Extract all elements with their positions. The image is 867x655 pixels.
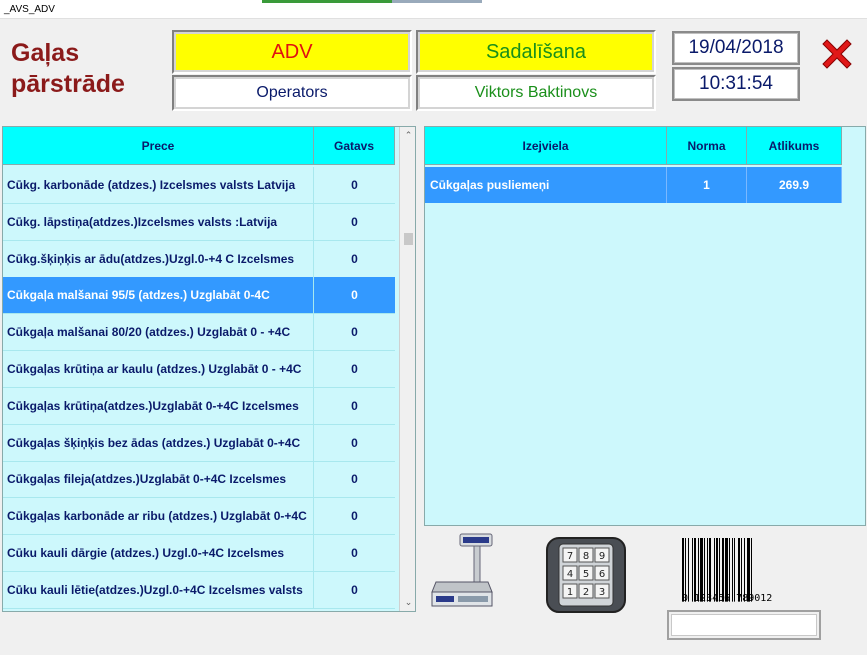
date-value: 19/04/2018 (674, 33, 798, 63)
column-header-material[interactable]: Izejviela (425, 127, 667, 165)
table-row[interactable]: Cūkgaļa malšanai 80/20 (atdzes.) Uzglabā… (3, 314, 395, 352)
operator-label-box: Operators (172, 75, 412, 111)
taskbar-strip (392, 0, 482, 3)
barcode-input-box[interactable] (667, 610, 821, 640)
column-header-balance[interactable]: Atlikums (747, 127, 842, 165)
operator-label: Operators (176, 79, 408, 107)
close-icon[interactable] (818, 35, 856, 73)
material-cell: Cūkgaļas pusliemeņi (425, 167, 667, 203)
svg-text:3: 3 (599, 587, 605, 598)
time-value: 10:31:54 (674, 69, 798, 99)
product-name-cell: Cūku kauli dārgie (atdzes.) Uzgl.0-+4C I… (3, 535, 314, 571)
date-display: 19/04/2018 (672, 31, 800, 65)
app-title-line2: pārstrāde (11, 70, 125, 98)
dept-label: ADV (176, 34, 408, 70)
balance-cell: 269.9 (747, 167, 842, 203)
operator-name-box: Viktors Baktinovs (416, 75, 656, 111)
svg-text:6: 6 (599, 569, 605, 580)
product-name-cell: Cūku kauli lētie(atdzes.)Uzgl.0-+4C Izce… (3, 571, 314, 608)
ready-cell: 0 (351, 435, 358, 450)
svg-text:9: 9 (599, 551, 605, 562)
ready-cell: 0 (351, 472, 358, 487)
product-name-cell: Cūkgaļas karbonāde ar ribu (atdzes.) Uzg… (3, 498, 314, 535)
svg-text:2: 2 (583, 587, 589, 598)
column-header-product[interactable]: Prece (3, 127, 314, 165)
barcode-digits: 0 123456 789012 (682, 593, 773, 604)
norm-cell: 1 (667, 167, 747, 203)
product-name-cell: Cūkg. karbonāde (atdzes.) Izcelsmes vals… (3, 167, 314, 203)
table-row[interactable]: Cūkgaļas šķiņķis bez ādas (atdzes.) Uzgl… (3, 424, 395, 462)
table-row[interactable]: Cūkgaļas pusliemeņi 1 269.9 (425, 167, 842, 203)
table-row[interactable]: Cūkgaļas krūtiņa ar kaulu (atdzes.) Uzgl… (3, 351, 395, 388)
operation-label: Sadalīšana (420, 34, 652, 70)
scroll-thumb[interactable] (404, 233, 413, 245)
table-row[interactable]: Cūkgaļas krūtiņa(atdzes.)Uzglabāt 0-+4C … (3, 387, 395, 425)
scroll-down-icon[interactable]: ⌄ (400, 594, 415, 611)
products-scrollbar[interactable]: ⌃ ⌄ (399, 127, 415, 611)
app-window: _AVS_ADV Gaļas pārstrāde ADV Sadalīšana … (0, 0, 867, 655)
ready-cell: 0 (351, 546, 358, 560)
dept-box: ADV (172, 30, 412, 74)
product-name-cell: Cūkg.šķiņķis ar ādu(atdzes.)Uzgl.0-+4 C … (3, 240, 314, 277)
operation-box: Sadalīšana (416, 30, 656, 74)
table-row[interactable]: Cūkgaļas karbonāde ar ribu (atdzes.) Uzg… (3, 498, 395, 536)
ready-cell: 0 (351, 178, 358, 192)
operator-name: Viktors Baktinovs (420, 79, 652, 107)
ready-cell: 0 (351, 214, 358, 229)
table-row[interactable]: Cūku kauli lētie(atdzes.)Uzgl.0-+4C Izce… (3, 571, 395, 609)
table-row[interactable]: Cūkgaļas fileja(atdzes.)Uzglabāt 0-+4C I… (3, 461, 395, 499)
column-header-ready[interactable]: Gatavs (314, 127, 395, 165)
table-row[interactable]: Cūkg.šķiņķis ar ādu(atdzes.)Uzgl.0-+4 C … (3, 240, 395, 278)
column-header-norm[interactable]: Norma (667, 127, 747, 165)
table-row[interactable]: Cūku kauli dārgie (atdzes.) Uzgl.0-+4C I… (3, 535, 395, 572)
taskbar-strip (262, 0, 392, 3)
materials-grid[interactable]: Izejviela Norma Atlikums Cūkgaļas puslie… (424, 126, 866, 526)
ready-cell: 0 (351, 582, 358, 597)
window-title: _AVS_ADV (4, 4, 55, 15)
svg-text:1: 1 (567, 587, 573, 598)
product-name-cell: Cūkgaļas fileja(atdzes.)Uzglabāt 0-+4C I… (3, 461, 314, 498)
product-name-cell: Cūkgaļas šķiņķis bez ādas (atdzes.) Uzgl… (3, 424, 314, 461)
ready-cell: 0 (351, 288, 358, 303)
product-name-cell: Cūkgaļas krūtiņa ar kaulu (atdzes.) Uzgl… (3, 351, 314, 387)
product-name-cell: Cūkgaļa malšanai 80/20 (atdzes.) Uzglabā… (3, 314, 314, 351)
barcode-input[interactable] (671, 614, 817, 636)
products-grid[interactable]: Prece Gatavs Cūkg. karbonāde (atdzes.) I… (2, 126, 416, 612)
ready-cell: 0 (351, 325, 358, 340)
window-titlebar: _AVS_ADV (0, 0, 867, 19)
app-title-line1: Gaļas (11, 39, 80, 67)
svg-text:5: 5 (583, 569, 589, 580)
ready-cell: 0 (351, 251, 358, 266)
svg-text:4: 4 (567, 569, 573, 580)
ready-cell: 0 (351, 509, 358, 524)
svg-text:7: 7 (567, 551, 573, 562)
keypad-icon[interactable]: 7 8 9 4 5 6 1 2 3 (545, 536, 627, 614)
table-row[interactable]: Cūkgaļa malšanai 95/5 (atdzes.) Uzglabāt… (3, 277, 395, 315)
product-name-cell: Cūkgaļas krūtiņa(atdzes.)Uzglabāt 0-+4C … (3, 387, 314, 424)
ready-cell: 0 (351, 398, 358, 413)
app-title: Gaļas pārstrāde (11, 38, 125, 100)
scroll-up-icon[interactable]: ⌃ (400, 127, 415, 144)
product-name-cell: Cūkgaļa malšanai 95/5 (atdzes.) Uzglabāt… (3, 277, 314, 314)
table-row[interactable]: Cūkg. karbonāde (atdzes.) Izcelsmes vals… (3, 167, 395, 204)
product-name-cell: Cūkg. lāpstiņa(atdzes.)Izcelsmes valsts … (3, 203, 314, 240)
table-row[interactable]: Cūkg. lāpstiņa(atdzes.)Izcelsmes valsts … (3, 203, 395, 241)
svg-text:8: 8 (583, 551, 589, 562)
time-display: 10:31:54 (672, 67, 800, 101)
scale-icon[interactable] (430, 530, 496, 612)
ready-cell: 0 (351, 362, 358, 376)
